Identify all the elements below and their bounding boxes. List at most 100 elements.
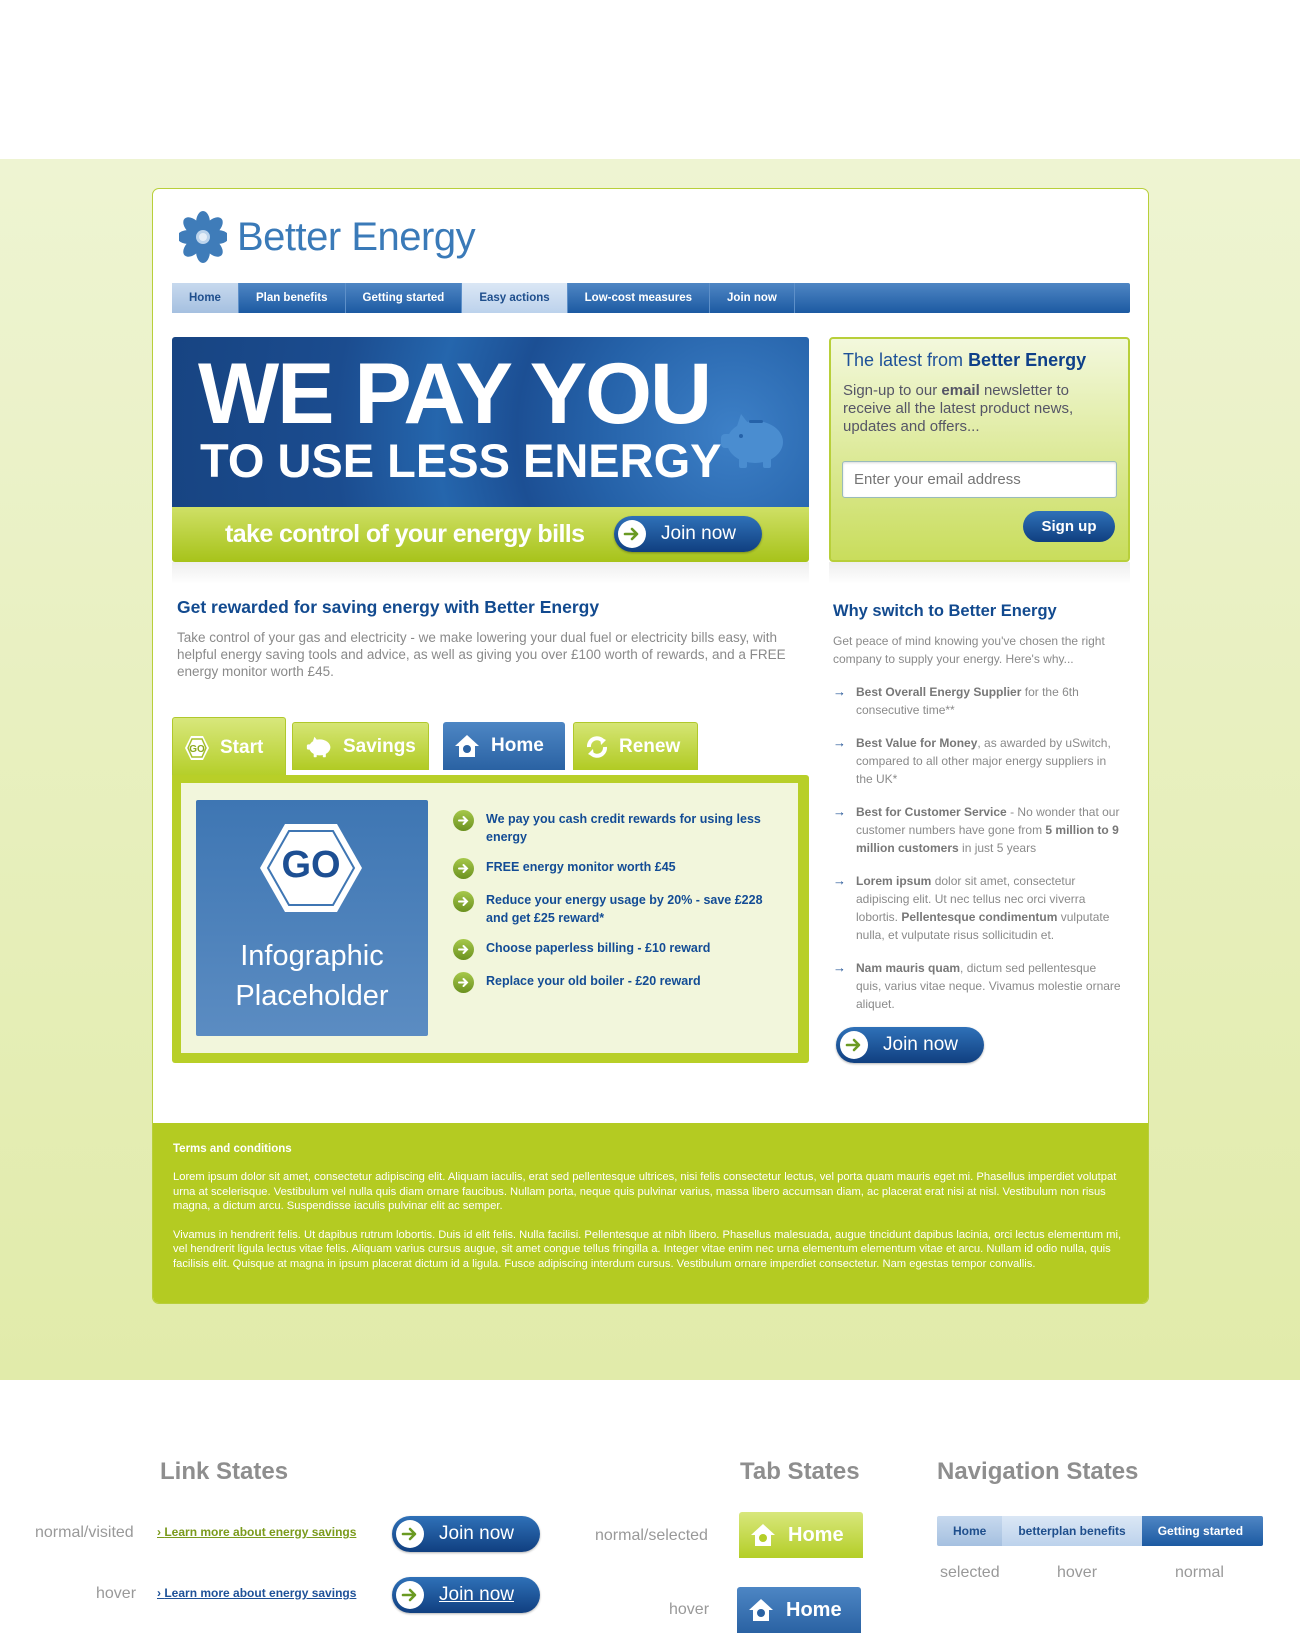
hero-join-button[interactable]: Join now (614, 516, 762, 552)
list-item: We pay you cash credit rewards for using… (453, 810, 783, 846)
why-item-bold: Pellentesque condimentum (901, 910, 1058, 924)
benefit-text: Replace your old boiler - £20 reward (486, 974, 701, 988)
arrow-right-icon (840, 1031, 868, 1059)
nav-item-getting-started[interactable]: Getting started (346, 283, 463, 313)
hero-banner: WE PAY YOU TO USE LESS ENERGY take contr… (172, 337, 809, 562)
home-icon (749, 1522, 777, 1548)
nav-label-selected: selected (940, 1564, 1000, 1581)
why-list: → Best Overall Energy Supplier for the 6t… (833, 683, 1123, 1028)
newsletter-title-prefix: The latest from (843, 350, 964, 370)
hero-tagline: take control of your energy bills (225, 520, 585, 548)
tab-home-label: Home (491, 735, 544, 756)
arrow-right-icon: → (833, 960, 846, 975)
arrow-right-icon (453, 939, 474, 960)
nav-item-home[interactable]: Home (172, 283, 239, 313)
sample-join-button-hover[interactable]: Join now (392, 1577, 540, 1613)
newsletter-title: The latest from Better Energy (843, 350, 1086, 371)
piggy-bank-icon (721, 414, 783, 468)
footer-paragraph: Lorem ipsum dolor sit amet, consectetur … (173, 1171, 1117, 1212)
sample-tab-label: Home (786, 1598, 842, 1621)
sample-nav-normal[interactable]: Getting started (1141, 1516, 1264, 1546)
infographic-line-1: Infographic (240, 940, 384, 972)
main-nav: Home Plan benefits Getting started Easy … (172, 283, 1130, 313)
why-intro: Get peace of mind knowing you've chosen … (833, 634, 1105, 666)
footer: Terms and conditions Lorem ipsum dolor s… (153, 1123, 1148, 1303)
tab-savings-label: Savings (343, 735, 416, 757)
state-label-hover: hover (96, 1585, 137, 1602)
newsletter-text: Sign-up to our email newsletter to recei… (843, 382, 1103, 436)
sample-link-normal[interactable]: › Learn more about energy savings (157, 1525, 356, 1539)
newsletter-text-bold: email (941, 382, 980, 399)
list-item: Reduce your energy usage by 20% - save £… (453, 891, 783, 927)
hero-subheadline: TO USE LESS ENERGY (200, 434, 722, 487)
hero-join-label: Join now (661, 523, 736, 544)
arrow-right-icon: → (833, 684, 846, 699)
home-icon (453, 733, 481, 759)
newsletter-title-brand: Better Energy (968, 350, 1087, 370)
list-item: → Lorem ipsum dolor sit amet, consectetur… (833, 872, 1123, 944)
tab-renew-label: Renew (619, 735, 681, 757)
infographic-go-label: GO (281, 844, 341, 886)
renew-icon (584, 734, 610, 760)
newsletter-box: The latest from Better Energy Sign-up to… (829, 337, 1130, 562)
tab-savings[interactable]: Savings (292, 722, 429, 770)
why-item-bold: Best Overall Energy Supplier (856, 685, 1022, 699)
sample-tab-normal[interactable]: Home (739, 1512, 863, 1558)
sample-nav-selected[interactable]: Home (937, 1516, 1003, 1546)
why-heading: Why switch to Better Energy (833, 602, 1057, 620)
link-marker: › (157, 1525, 161, 1539)
arrow-right-icon: → (833, 873, 846, 888)
signup-button[interactable]: Sign up (1023, 511, 1115, 542)
nav-item-low-cost-measures[interactable]: Low-cost measures (568, 283, 711, 313)
why-item-bold: Best Value for Money (856, 736, 978, 750)
sidebar-join-button[interactable]: Join now (836, 1027, 984, 1063)
arrow-right-icon (396, 1581, 424, 1609)
nav-label-normal: normal (1175, 1564, 1224, 1581)
why-item-bold: Nam mauris quam (856, 961, 961, 975)
footer-paragraph: Vivamus in hendrerit felis. Ut dapibus r… (173, 1228, 1122, 1270)
list-item: Replace your old boiler - £20 reward (453, 972, 783, 993)
email-field[interactable] (842, 461, 1117, 498)
link-states-heading: Link States (160, 1458, 289, 1485)
main-intro: Take control of your gas and electricity… (177, 630, 786, 679)
nav-item-join-now[interactable]: Join now (710, 283, 795, 313)
sample-link-text: Learn more about energy savings (164, 1525, 357, 1539)
hero-headline: WE PAY YOU (198, 346, 712, 442)
nav-item-easy-actions[interactable]: Easy actions (462, 283, 568, 313)
nav-item-plan-benefits[interactable]: Plan benefits (239, 283, 346, 313)
infographic-caption: Infographic Placeholder (196, 936, 428, 1016)
sample-join-button-normal[interactable]: Join now (392, 1516, 540, 1552)
sample-link-hover[interactable]: › Learn more about energy savings (157, 1586, 356, 1600)
list-item: → Best Value for Money, as awarded by uSw… (833, 734, 1123, 788)
sample-tab-label: Home (788, 1523, 844, 1546)
sample-link-text: Learn more about energy savings (164, 1586, 357, 1600)
benefit-text: We pay you cash credit rewards for using… (486, 812, 761, 844)
state-label-tab-hover: hover (669, 1601, 710, 1618)
newsletter-shadow (829, 562, 1130, 584)
benefit-text: Reduce your energy usage by 20% - save £… (486, 893, 763, 925)
logo-wordmark: Better Energy (237, 214, 476, 259)
tab-home[interactable]: Home (443, 722, 565, 770)
flower-logo-icon (179, 211, 227, 263)
arrow-right-icon: → (833, 804, 846, 819)
hero-tagline-bar: take control of your energy bills Join n… (172, 507, 809, 562)
benefit-list: We pay you cash credit rewards for using… (453, 810, 783, 1005)
arrow-right-icon (453, 891, 474, 912)
list-item: → Nam mauris quam, dictum sed pellentesqu… (833, 959, 1123, 1013)
tab-renew[interactable]: Renew (573, 722, 698, 770)
why-item-text: in just 5 years (958, 841, 1037, 855)
tab-panel-inner: GO Infographic Placeholder We pay you cas… (181, 783, 798, 1053)
benefit-text: Choose paperless billing - £10 reward (486, 941, 711, 955)
footer-heading: Terms and conditions (173, 1143, 292, 1155)
sample-join-label: Join now (439, 1584, 514, 1605)
logo[interactable]: Better Energy (179, 207, 476, 267)
sample-tab-hover[interactable]: Home (737, 1587, 861, 1633)
sample-nav-hover[interactable]: betterplan benefits (1002, 1516, 1142, 1546)
state-label-normal-visited: normal/visited (35, 1524, 134, 1541)
infographic-placeholder: GO Infographic Placeholder (196, 800, 428, 1036)
tab-start[interactable]: GO Start (172, 717, 286, 777)
arrow-right-icon (453, 972, 474, 993)
arrow-right-icon (453, 858, 474, 879)
tab-states-heading: Tab States (740, 1458, 860, 1485)
sample-nav: Home betterplan benefits Getting started (937, 1516, 1264, 1546)
